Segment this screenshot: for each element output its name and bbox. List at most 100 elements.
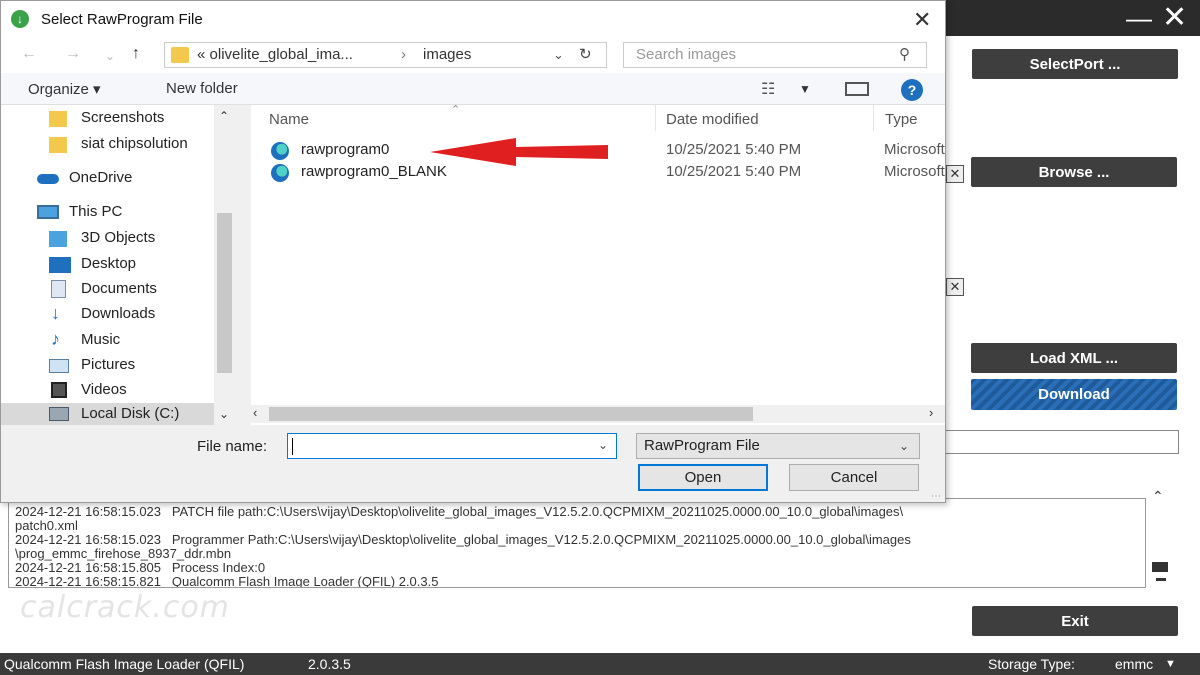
column-separator[interactable] <box>655 105 656 131</box>
path-field[interactable] <box>945 430 1179 454</box>
chevron-down-icon[interactable]: ⌄ <box>553 43 564 67</box>
view-options-icon[interactable]: ☷ <box>761 79 775 99</box>
load-xml-button[interactable]: Load XML ... <box>971 343 1177 373</box>
download-icon: ↓ <box>11 10 29 28</box>
folder-icon <box>49 111 67 127</box>
column-header-type[interactable]: Type <box>885 111 918 128</box>
column-header-date[interactable]: Date modified <box>666 111 759 128</box>
organize-menu[interactable]: Organize ▾ <box>28 80 101 98</box>
close-window-button[interactable]: ✕ <box>1162 3 1187 33</box>
exit-button[interactable]: Exit <box>972 606 1178 636</box>
forward-arrow-icon[interactable]: → <box>65 45 81 63</box>
scrollbar-thumb[interactable] <box>269 407 753 421</box>
up-arrow-icon[interactable]: ↑ <box>132 45 140 63</box>
chevron-up-icon[interactable]: ⌃ <box>219 109 229 123</box>
text-caret <box>292 438 293 455</box>
scrollbar-thumb[interactable] <box>217 213 232 373</box>
horizontal-scrollbar[interactable]: ‹ › <box>251 405 945 423</box>
log-line: 2024-12-21 16:58:15.023 Programmer Path:… <box>15 532 911 547</box>
storage-type-select[interactable]: emmc <box>1115 653 1153 675</box>
nav-item-videos[interactable]: Videos <box>49 381 127 398</box>
breadcrumb-current[interactable]: images <box>423 43 471 67</box>
status-bar: Qualcomm Flash Image Loader (QFIL) 2.0.3… <box>0 653 1200 675</box>
back-arrow-icon[interactable]: ← <box>21 45 37 63</box>
log-line: \prog_emmc_firehose_8937_ddr.mbn <box>15 546 232 561</box>
log-scrollbar-thumb[interactable] <box>1152 562 1168 572</box>
file-name: rawprogram0_BLANK <box>301 163 447 180</box>
desktop-icon <box>49 257 71 273</box>
chevron-down-icon[interactable]: ⌄ <box>598 438 608 452</box>
breadcrumb-overflow: « <box>197 46 206 63</box>
chevron-down-icon[interactable]: ▼ <box>1165 653 1176 675</box>
address-bar[interactable]: « olivelite_global_ima... › images ⌄ ↻ <box>164 42 607 68</box>
edge-file-icon <box>271 142 289 160</box>
open-button[interactable]: Open <box>638 464 768 491</box>
chevron-left-icon[interactable]: ‹ <box>253 405 257 420</box>
nav-item-siat[interactable]: siat chipsolution <box>49 135 188 153</box>
log-line: patch0.xml <box>15 518 78 533</box>
file-name-input[interactable]: ⌄ <box>287 433 617 459</box>
nav-item-onedrive[interactable]: OneDrive <box>37 169 132 186</box>
computer-icon <box>37 205 59 219</box>
download-button[interactable]: Download <box>971 379 1177 410</box>
nav-item-pictures[interactable]: Pictures <box>49 356 135 373</box>
minimize-button[interactable]: — <box>1126 4 1152 32</box>
help-icon[interactable]: ? <box>901 79 923 101</box>
cancel-button[interactable]: Cancel <box>789 464 919 491</box>
file-type-select[interactable]: RawProgram File ⌄ <box>636 433 920 459</box>
file-date: 10/25/2021 5:40 PM <box>666 141 802 158</box>
music-icon: ♪ <box>51 329 60 349</box>
resize-grip-icon[interactable]: ⋯ <box>931 491 941 502</box>
nav-item-this-pc[interactable]: This PC <box>37 203 122 220</box>
chevron-right-icon[interactable]: › <box>929 405 933 420</box>
breadcrumb-parent[interactable]: « olivelite_global_ima... <box>197 43 353 67</box>
search-icon: ⚲ <box>899 46 910 63</box>
nav-item-label: Pictures <box>81 356 136 373</box>
nav-item-label: Downloads <box>81 305 156 322</box>
column-separator[interactable] <box>873 105 874 131</box>
log-line: 2024-12-21 16:58:15.023 PATCH file path:… <box>15 504 904 519</box>
nav-item-3d-objects[interactable]: 3D Objects <box>49 229 155 247</box>
clear-icon[interactable]: ✕ <box>946 165 964 183</box>
log-line: 2024-12-21 16:58:15.805 Process Index:0 <box>15 560 266 575</box>
nav-item-downloads[interactable]: ↓ Downloads <box>49 303 156 323</box>
file-open-dialog: ↓ Select RawProgram File ✕ ← → ⌄ ↑ « oli… <box>0 0 946 503</box>
nav-item-local-disk[interactable]: Local Disk (C:) <box>1 403 214 425</box>
close-icon[interactable]: ✕ <box>913 7 931 33</box>
annotation-arrow-icon <box>430 138 608 166</box>
downloads-icon: ↓ <box>51 303 60 323</box>
search-placeholder: Search images <box>636 46 737 63</box>
chevron-up-icon[interactable]: ⌃ <box>1152 488 1164 505</box>
nav-item-label: Screenshots <box>81 109 165 126</box>
status-app-name: Qualcomm Flash Image Loader (QFIL) <box>4 656 245 672</box>
nav-item-label: siat chipsolution <box>81 135 188 152</box>
refresh-icon[interactable]: ↻ <box>579 43 592 67</box>
new-folder-button[interactable]: New folder <box>166 80 238 97</box>
browse-button[interactable]: Browse ... <box>971 157 1177 187</box>
log-scrollbar-down[interactable] <box>1156 578 1166 581</box>
nav-scrollbar[interactable]: ⌃ ⌄ <box>214 105 235 425</box>
chevron-down-icon[interactable]: ⌄ <box>219 407 229 421</box>
file-type-value: RawProgram File <box>644 437 760 454</box>
chevron-down-icon[interactable]: ⌄ <box>899 434 909 458</box>
breadcrumb-label: olivelite_global_ima... <box>209 46 353 63</box>
file-type: Microsoft Edge <box>884 163 946 180</box>
preview-pane-icon[interactable] <box>845 82 869 96</box>
clear-icon[interactable]: ✕ <box>946 278 964 296</box>
nav-item-desktop[interactable]: Desktop <box>49 255 136 273</box>
search-input[interactable]: Search images ⚲ <box>623 42 927 68</box>
file-name: rawprogram0 <box>301 141 390 158</box>
chevron-down-icon[interactable]: ▼ <box>799 82 811 96</box>
sort-caret-icon: ⌃ <box>451 104 461 116</box>
select-port-button[interactable]: SelectPort ... <box>972 49 1178 79</box>
nav-item-label: Local Disk (C:) <box>81 405 180 422</box>
file-type: Microsoft Edge <box>884 141 946 158</box>
column-header-name[interactable]: Name <box>269 111 309 128</box>
dialog-toolbar: Organize ▾ New folder ☷ ▼ ? <box>1 73 945 105</box>
folder-icon <box>49 137 67 153</box>
recent-locations-icon[interactable]: ⌄ <box>105 49 115 63</box>
nav-item-documents[interactable]: Documents <box>49 280 157 298</box>
nav-item-screenshots[interactable]: Screenshots <box>49 109 165 127</box>
nav-item-label: Music <box>81 331 121 348</box>
nav-item-music[interactable]: ♪ Music <box>49 329 121 349</box>
